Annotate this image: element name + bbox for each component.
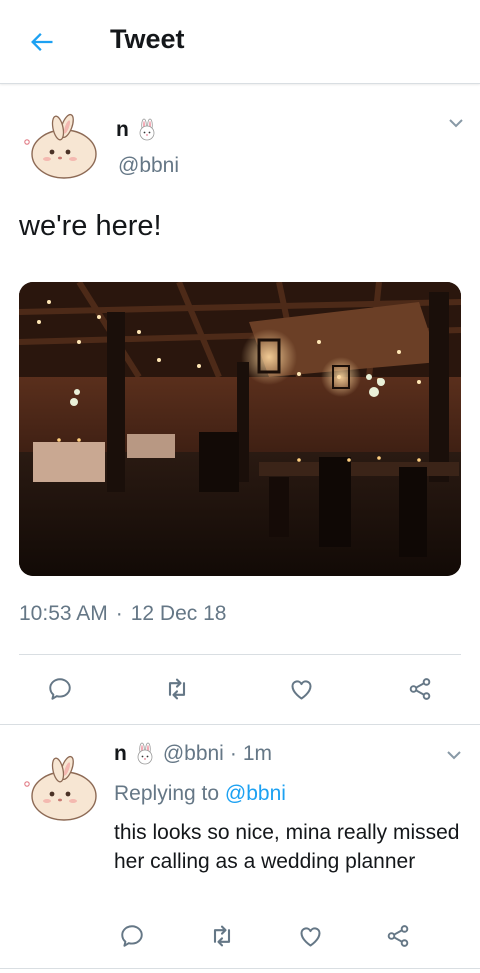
page-title: Tweet [110,24,185,54]
reply-author-handle[interactable]: @bbni [163,742,224,766]
reply-like-button[interactable] [290,916,330,956]
share-icon [409,678,431,700]
reply-retweet-button[interactable] [202,916,242,956]
reply-share-button[interactable] [378,916,418,956]
share-icon [387,925,409,947]
back-arrow-icon [31,33,53,51]
tweet-text: we're here! [19,210,162,242]
reply-button[interactable] [40,669,80,709]
top-bar: Tweet [0,0,480,84]
tweet-date: 12 Dec 18 [130,602,227,625]
reply-header: n @bbni · 1m [114,742,272,766]
bunny-emoji-icon [139,118,155,141]
chevron-down-icon [449,119,463,128]
retweet-icon [213,925,231,947]
reply-reply-button[interactable] [112,916,152,956]
reply-time: 1m [242,742,273,765]
reply-icon [121,925,143,947]
tweet-timestamp: 10:53 AM · 12 Dec 18 [19,602,226,626]
reply-author-name[interactable]: n [114,742,127,766]
timestamp-separator: · [115,602,123,625]
replying-to-link[interactable]: @bbni [225,782,286,805]
tweet-photo[interactable] [19,282,461,576]
reply-icon [49,678,71,700]
bunny-emoji-icon [137,742,153,765]
replying-to: Replying to @bbni [114,782,286,806]
retweet-button[interactable] [157,669,197,709]
replying-to-prefix: Replying to [114,782,220,805]
share-button[interactable] [400,669,440,709]
reply-avatar[interactable] [22,754,98,824]
reply-menu-button[interactable] [443,744,465,766]
back-button[interactable] [22,22,62,62]
like-button[interactable] [281,669,321,709]
author-name[interactable]: n [116,118,129,142]
like-icon [299,926,321,947]
tweet-time: 10:53 AM [19,602,108,625]
tweet-menu-button[interactable] [445,112,467,134]
avatar[interactable] [22,112,98,182]
reply-meta-separator: · [229,742,237,765]
divider [19,654,461,655]
author-handle[interactable]: @bbni [118,154,179,178]
reply-text: this looks so nice, mina really missed h… [114,821,460,873]
chevron-down-icon [447,751,461,760]
section-divider [0,724,480,725]
like-icon [290,679,312,700]
bottom-divider [0,968,480,969]
retweet-icon [168,678,186,700]
